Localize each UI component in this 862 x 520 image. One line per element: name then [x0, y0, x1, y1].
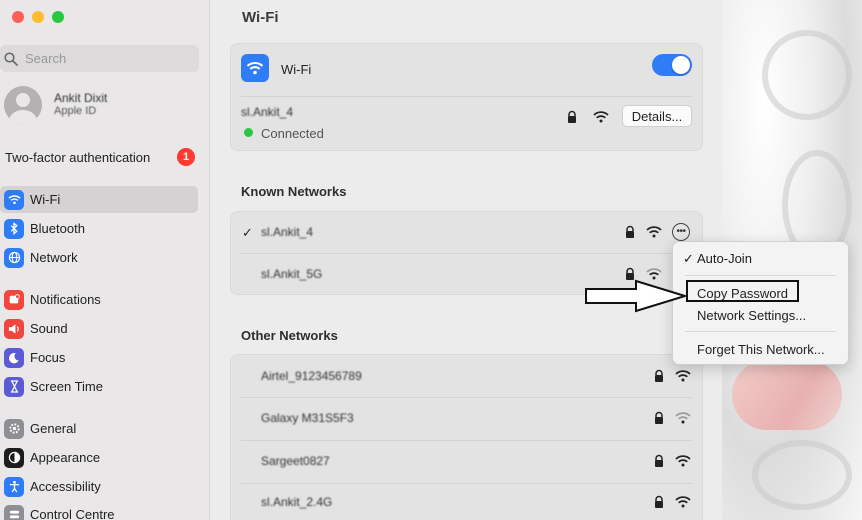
- other-networks-heading: Other Networks: [241, 328, 338, 343]
- window-controls: [12, 11, 64, 23]
- other-network-row[interactable]: sl.Ankit_2.4G: [231, 484, 702, 520]
- hourglass-icon: [4, 376, 24, 397]
- network-name: sl.Ankit_2.4G: [261, 495, 333, 509]
- two-factor-authentication-item[interactable]: Two-factor authentication 1: [5, 148, 195, 166]
- sidebar-item-label: Bluetooth: [30, 221, 85, 236]
- wifi-signal-icon: [675, 412, 691, 424]
- network-name: sl.Ankit_4: [261, 225, 314, 239]
- sidebar-item-label: Sound: [30, 321, 68, 336]
- connected-status-dot: [244, 128, 253, 137]
- lock-icon: [655, 495, 663, 508]
- other-network-row[interactable]: Airtel_9123456789: [231, 355, 702, 396]
- network-context-menu: ✓ Auto-Join Copy Password Network Settin…: [672, 241, 849, 365]
- lock-icon: [655, 369, 663, 382]
- annotation-highlight-box: [686, 280, 799, 302]
- lock-icon: [568, 110, 576, 123]
- sidebar-item-label: Accessibility: [30, 479, 101, 494]
- checkmark-icon: ✓: [242, 225, 253, 240]
- known-network-row[interactable]: ✓ sl.Ankit_4 •••: [231, 212, 702, 253]
- minimize-window-button[interactable]: [32, 11, 44, 23]
- other-networks-list: Airtel_9123456789 Galaxy M31S5F3 Sargeet…: [230, 354, 703, 520]
- notification-badge: 1: [177, 148, 195, 166]
- wifi-signal-icon: [646, 226, 662, 238]
- sidebar-item-focus[interactable]: Focus: [0, 344, 198, 371]
- wifi-settings-pane: Wi-Fi Wi-Fi sl.Ankit_4 Connected Details…: [210, 0, 722, 520]
- wifi-signal-icon: [675, 455, 691, 467]
- wifi-toggle[interactable]: [652, 54, 692, 76]
- wifi-icon: [4, 189, 24, 210]
- wallpaper-swirl: [752, 440, 852, 510]
- sidebar-item-control-centre[interactable]: Control Centre: [0, 501, 198, 520]
- two-factor-label: Two-factor authentication: [5, 149, 151, 165]
- current-network-name: sl.Ankit_4: [241, 105, 294, 119]
- known-networks-heading: Known Networks: [241, 184, 347, 199]
- lock-icon: [626, 225, 634, 238]
- sidebar-item-bluetooth[interactable]: Bluetooth: [0, 215, 198, 242]
- moon-icon: [4, 347, 24, 368]
- wallpaper-swirl: [762, 30, 852, 120]
- sidebar: Ankit Dixit Apple ID Two-factor authenti…: [0, 0, 210, 520]
- control-centre-icon: [4, 504, 24, 520]
- close-window-button[interactable]: [12, 11, 24, 23]
- sidebar-item-label: Wi-Fi: [30, 192, 61, 207]
- search-input[interactable]: [25, 51, 185, 66]
- wifi-signal-icon: [593, 111, 609, 123]
- bluetooth-icon: [4, 218, 24, 239]
- divider: [241, 96, 692, 97]
- wifi-toggle-label: Wi-Fi: [281, 62, 312, 77]
- network-name: sl.Ankit_5G: [261, 267, 323, 281]
- sidebar-item-label: Network: [30, 250, 78, 265]
- network-name: Airtel_9123456789: [261, 369, 362, 383]
- page-title: Wi-Fi: [242, 9, 279, 26]
- more-options-button[interactable]: •••: [672, 223, 690, 241]
- apple-id-profile[interactable]: Ankit Dixit Apple ID: [4, 86, 107, 124]
- globe-icon: [4, 247, 24, 268]
- menu-divider: [685, 331, 836, 332]
- network-name: Galaxy M31S5F3: [261, 411, 354, 425]
- appearance-icon: [4, 447, 24, 468]
- profile-subtitle: Apple ID: [54, 105, 97, 117]
- zoom-window-button[interactable]: [52, 11, 64, 23]
- speaker-icon: [4, 318, 24, 339]
- sidebar-item-label: Screen Time: [30, 379, 103, 394]
- gear-icon: [4, 418, 24, 439]
- connection-status: Connected: [261, 126, 324, 141]
- menu-item-forget-network[interactable]: Forget This Network...: [697, 342, 825, 357]
- checkmark-icon: ✓: [683, 251, 694, 266]
- sidebar-item-wifi[interactable]: Wi-Fi: [0, 186, 198, 213]
- sidebar-item-label: General: [30, 421, 77, 436]
- sidebar-item-notifications[interactable]: Notifications: [0, 286, 198, 313]
- other-network-row[interactable]: Sargeet0827: [231, 441, 702, 482]
- search-icon: [4, 51, 18, 66]
- wifi-status-card: Wi-Fi sl.Ankit_4 Connected Details...: [230, 43, 703, 151]
- lock-icon: [655, 454, 663, 467]
- menu-divider: [685, 275, 836, 276]
- sidebar-item-sound[interactable]: Sound: [0, 315, 198, 342]
- search-field[interactable]: [0, 45, 199, 72]
- sidebar-item-label: Notifications: [30, 292, 101, 307]
- sidebar-item-network[interactable]: Network: [0, 244, 198, 271]
- sidebar-item-label: Control Centre: [30, 507, 115, 520]
- sidebar-item-label: Focus: [30, 350, 66, 365]
- sidebar-item-accessibility[interactable]: Accessibility: [0, 473, 198, 500]
- avatar: [4, 86, 42, 124]
- annotation-arrow-icon: [585, 279, 688, 313]
- lock-icon: [655, 411, 663, 424]
- sidebar-item-general[interactable]: General: [0, 415, 198, 442]
- details-button[interactable]: Details...: [622, 105, 692, 127]
- bell-icon: [4, 289, 24, 310]
- other-network-row[interactable]: Galaxy M31S5F3: [231, 398, 702, 439]
- menu-item-auto-join[interactable]: Auto-Join: [697, 251, 752, 266]
- sidebar-item-appearance[interactable]: Appearance: [0, 444, 198, 471]
- wallpaper-pink-shape: [732, 360, 842, 430]
- profile-name: Ankit Dixit: [54, 91, 108, 105]
- wifi-signal-icon: [675, 370, 691, 382]
- wifi-icon: [241, 54, 269, 82]
- sidebar-item-label: Appearance: [30, 450, 101, 465]
- menu-item-network-settings[interactable]: Network Settings...: [697, 308, 806, 323]
- network-name: Sargeet0827: [261, 454, 330, 468]
- sidebar-item-screen-time[interactable]: Screen Time: [0, 373, 198, 400]
- accessibility-icon: [4, 476, 24, 497]
- wifi-signal-icon: [675, 496, 691, 508]
